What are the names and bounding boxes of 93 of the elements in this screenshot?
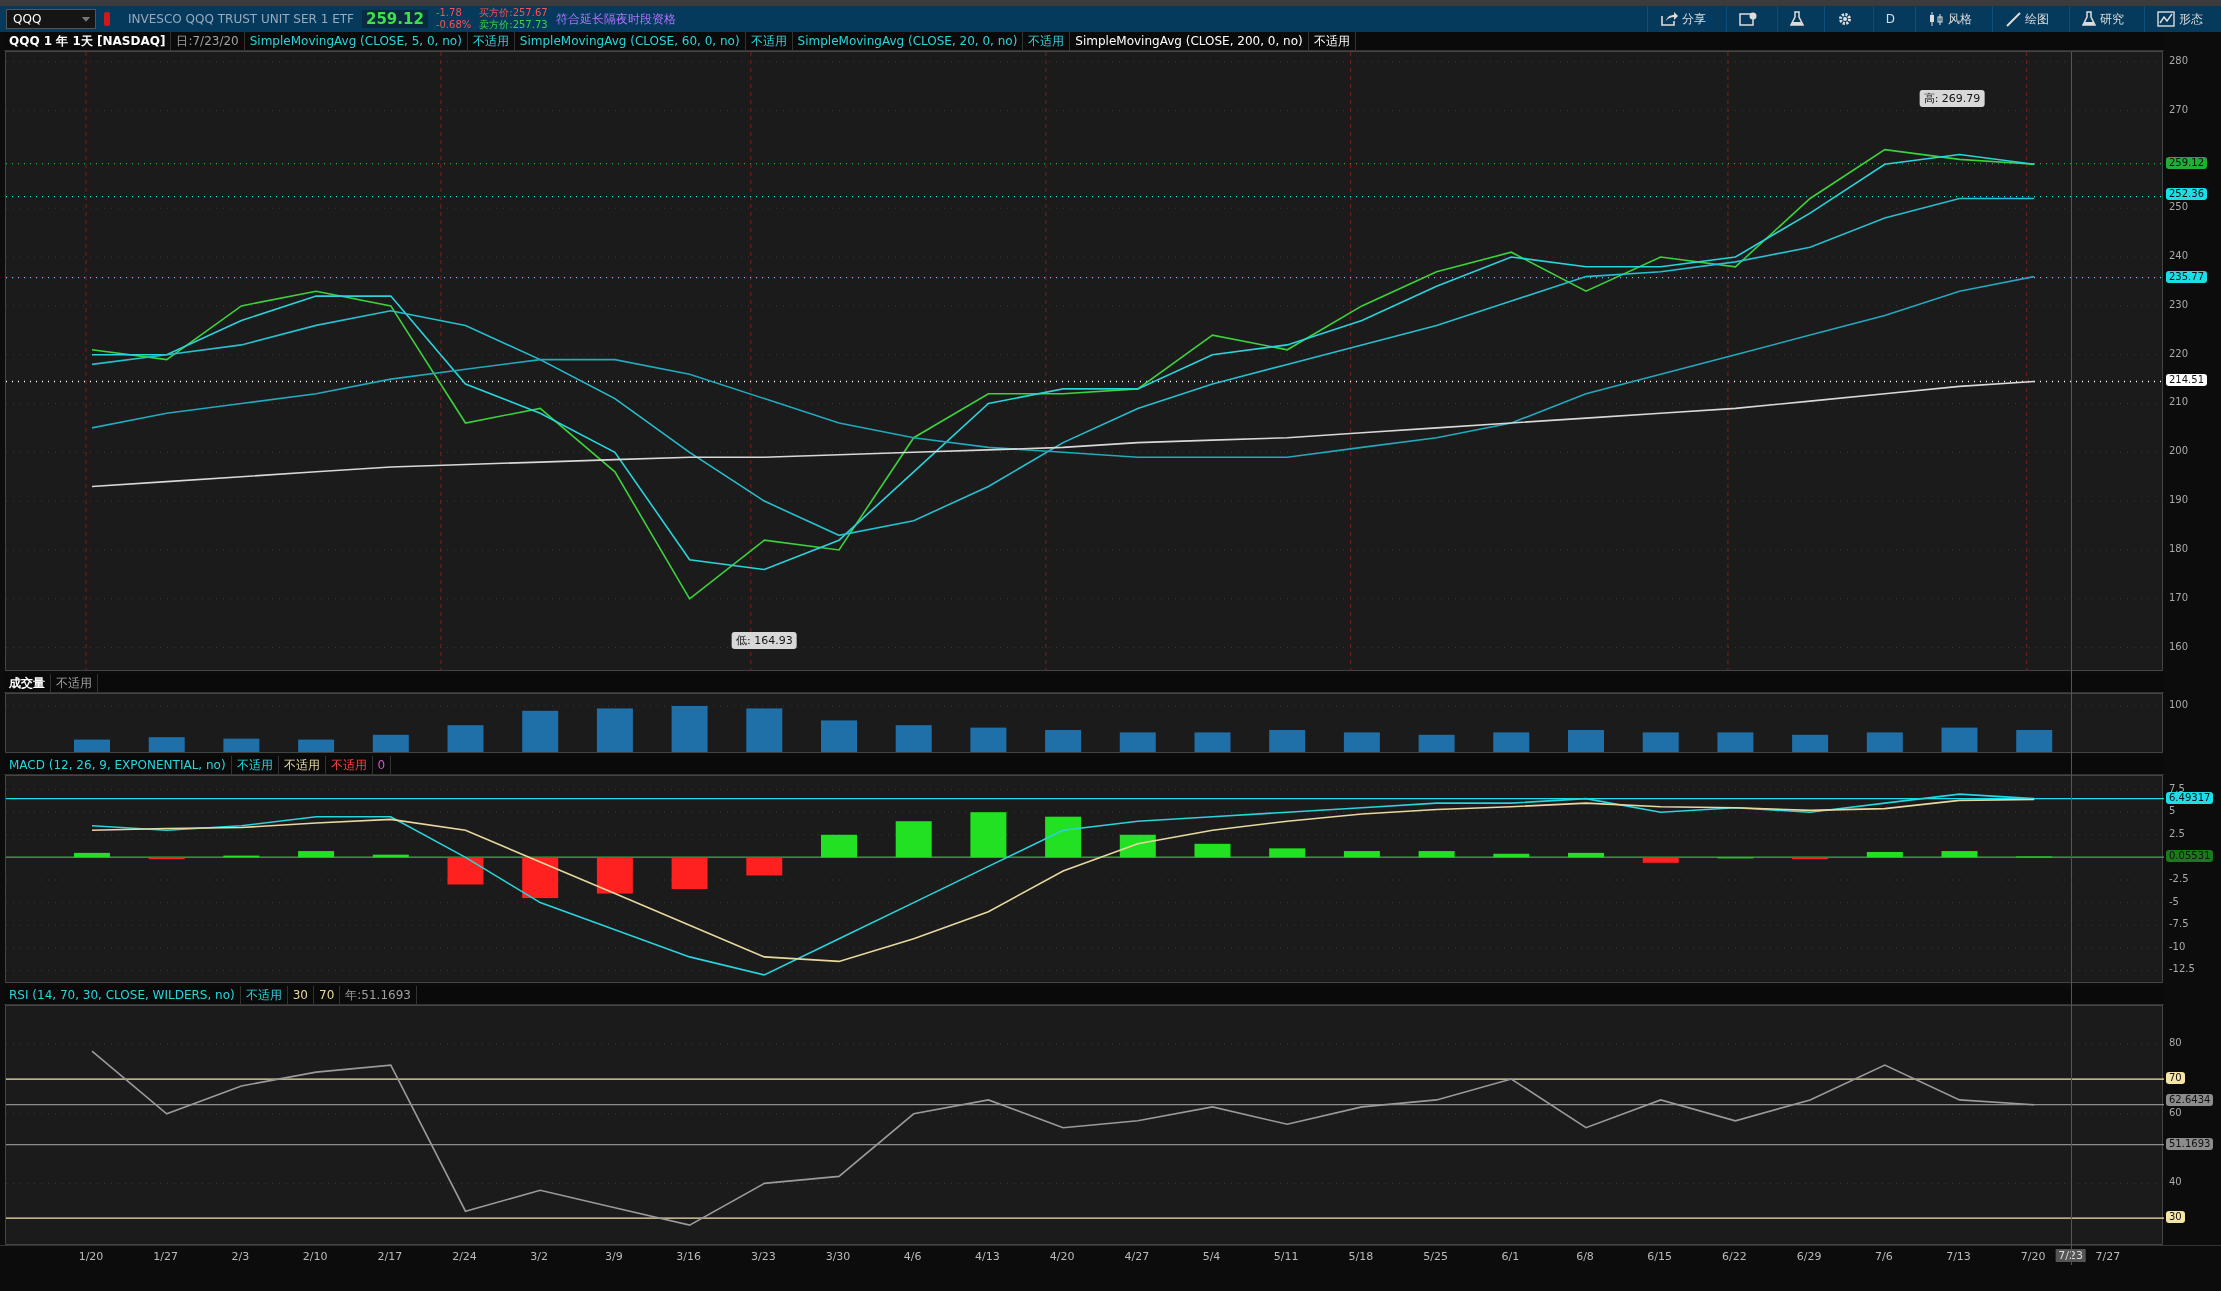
last-price: 259.12 [362,10,428,28]
axis-label: 7/6 [1874,1250,1893,1263]
price-change: -1.78 [435,7,463,19]
axis-label: 6/15 [1647,1250,1673,1263]
axis-label: 2.5 [2169,827,2185,839]
legend-label: 不适用 [467,32,515,50]
axis-label: 1/27 [153,1250,179,1263]
axis-label: -5 [2169,895,2179,907]
value-badge: 259.12 [2166,156,2207,169]
ask-price: 卖方价:257.73 [479,19,548,31]
axis-label: -10 [2169,940,2186,952]
legend-label: 日:7/23/20 [171,32,245,50]
value-badge: 214.51 [2166,374,2207,387]
value-badge: 6.49317 [2166,792,2214,805]
axis-label: -2.5 [2169,873,2189,884]
axis-label: 4/20 [1049,1250,1075,1263]
axis-label: 6/22 [1722,1250,1747,1263]
extended-hours-label: 符合延长隔夜时段资格 [555,10,676,28]
chart-title: QQQ 1 年 1天 [NASDAQ] [4,32,172,50]
axis-label: 60 [2169,1106,2182,1118]
axis-label: 7.5 [2169,782,2185,794]
axis-label: 7/27 [2095,1250,2121,1263]
legend-label: RSI (14, 70, 30, CLOSE, WILDERS, no) [4,986,241,1004]
legend-label: 70 [314,986,341,1004]
axis-label: 240 [2169,250,2189,262]
axis-label: 3/9 [605,1250,623,1263]
legend-label: MACD (12, 26, 9, EXPONENTIAL, no) [4,756,232,774]
axis-label: 230 [2169,298,2189,310]
percent-change: -0.68% [435,19,472,31]
value-badge: 70 [2166,1072,2185,1085]
price-callout: 低: 164.93 [731,631,797,649]
price-callout: 高: 269.79 [1919,89,1985,107]
legend-label: 30 [287,986,314,1004]
axis-label: 7/13 [1946,1250,1971,1263]
axis-label: 6/1 [1501,1250,1520,1263]
axis-label: 80 [2169,1037,2182,1049]
axis-label: -12.5 [2169,963,2195,975]
axis-label: 200 [2169,445,2189,457]
legend-label: 不适用 [51,674,98,692]
value-badge: 235.77 [2166,270,2207,283]
chart-title: 成交量 [4,674,51,692]
axis-label: 250 [2169,201,2189,213]
axis-label: 5/18 [1348,1250,1374,1263]
axis-label: 5 [2169,805,2176,817]
legend-label: 不适用 [745,32,793,50]
axis-label: 210 [2169,396,2189,408]
bid-price: 买方价:257.67 [479,7,548,19]
axis-label: 3/30 [825,1250,851,1263]
legend-label: SimpleMovingAvg (CLOSE, 200, 0, no) [1070,32,1309,50]
axis-label: 170 [2169,591,2189,603]
axis-label: 6/8 [1576,1250,1594,1263]
axis-label: 7/20 [2020,1250,2046,1263]
value-badge: 0.05531 [2166,849,2214,862]
value-badge: 252.36 [2166,188,2207,201]
axis-label: 3/2 [530,1250,549,1263]
axis-label: 3/16 [676,1250,701,1263]
legend-label: 不适用 [278,756,326,774]
axis-label: 1/20 [78,1250,104,1263]
axis-label: 190 [2169,494,2189,506]
axis-label: 2/17 [377,1250,403,1263]
legend-label: 不适用 [1308,32,1356,50]
legend-label: 不适用 [240,986,288,1004]
axis-label: 100 [2169,699,2189,710]
axis-label: 40 [2169,1176,2182,1188]
axis-label: 5/11 [1273,1250,1299,1263]
legend-label: 不适用 [231,756,279,774]
legend-label: SimpleMovingAvg (CLOSE, 20, 0, no) [792,32,1024,50]
axis-label: 2/3 [231,1250,250,1263]
axis-label: 160 [2169,640,2189,652]
axis-label: 220 [2169,347,2189,359]
legend-label: SimpleMovingAvg (CLOSE, 60, 0, no) [514,32,746,50]
axis-label: 4/13 [975,1250,1000,1263]
axis-label: 4/27 [1124,1250,1150,1263]
value-badge: 30 [2166,1211,2185,1224]
axis-label: 180 [2169,542,2189,554]
legend-label: 不适用 [325,756,373,774]
value-badge: 51.1693 [2166,1137,2214,1150]
axis-label: 2/24 [452,1250,477,1263]
legend-label: 不适用 [1023,32,1071,50]
value-badge: 62.6434 [2166,1093,2214,1106]
axis-label: 4/6 [903,1250,922,1263]
axis-label: 6/29 [1796,1250,1822,1263]
legend-label: 0 [372,756,392,774]
legend-label: SimpleMovingAvg (CLOSE, 5, 0, no) [244,32,468,50]
legend-label: 年:51.1693 [340,986,417,1004]
instrument-name: INVESCO QQQ TRUST UNIT SER 1 ETF [128,12,354,26]
axis-label: 280 [2169,54,2189,66]
axis-label: 3/23 [750,1250,776,1263]
axis-label: 270 [2169,103,2189,115]
axis-label: 5/25 [1423,1250,1448,1263]
axis-label: 2/10 [302,1250,328,1263]
axis-label: 5/4 [1202,1250,1221,1263]
axis-label: -7.5 [2169,918,2189,930]
